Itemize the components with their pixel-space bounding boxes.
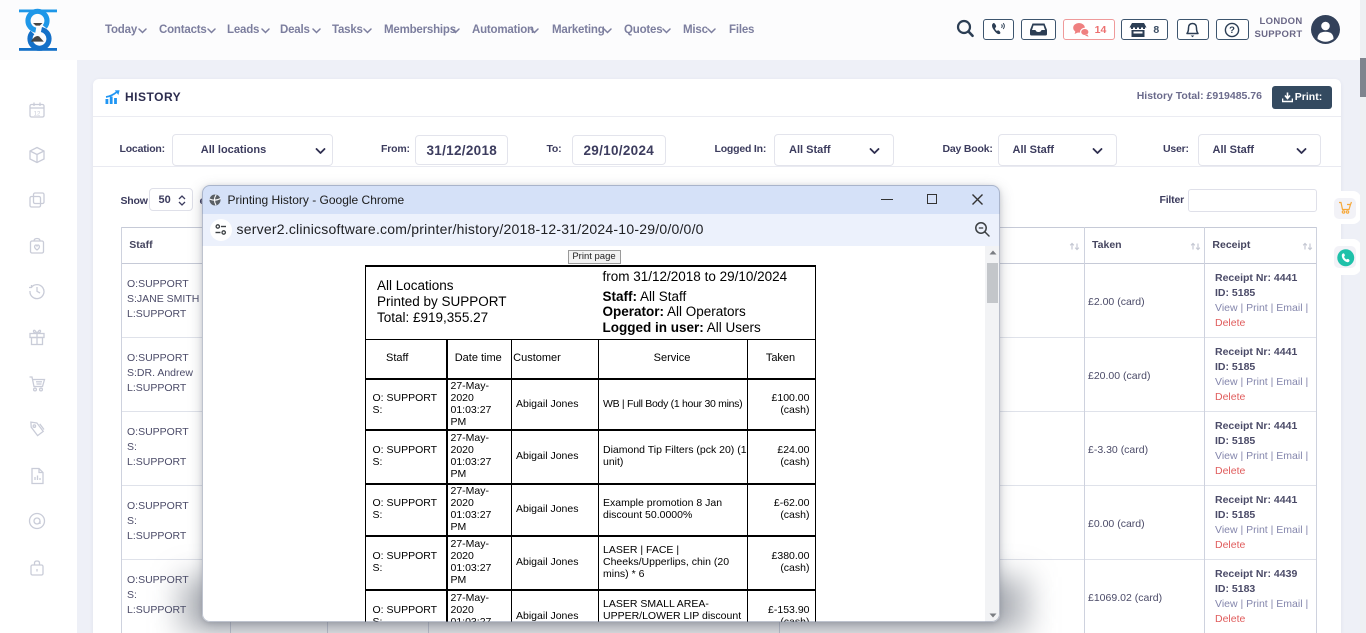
svg-text:?: ? <box>1229 25 1235 36</box>
svg-text:12: 12 <box>34 112 41 118</box>
